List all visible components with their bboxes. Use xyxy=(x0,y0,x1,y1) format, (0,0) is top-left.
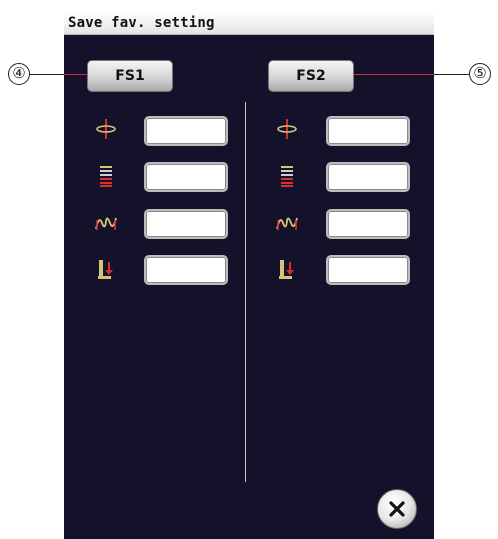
fs1-label: FS1 xyxy=(115,68,145,84)
fs1-presser-foot-field[interactable] xyxy=(144,255,228,285)
presser-foot-pressure-icon xyxy=(279,260,294,279)
window-title: Save fav. setting xyxy=(68,15,215,31)
stitch-width-icon xyxy=(95,217,117,230)
stitch-width-icon xyxy=(276,217,298,230)
callout-5: ⑤ xyxy=(469,63,491,85)
callout-4: ④ xyxy=(8,63,30,85)
fs1-button[interactable]: FS1 xyxy=(87,60,173,92)
fs2-presser-foot-field[interactable] xyxy=(326,255,410,285)
thread-tension-icon xyxy=(277,119,297,139)
fs2-button[interactable]: FS2 xyxy=(268,60,354,92)
callout-5-pointer xyxy=(354,74,434,75)
close-icon xyxy=(389,501,405,517)
fs2-thread-tension-field[interactable] xyxy=(326,116,410,146)
presser-foot-pressure-icon xyxy=(98,260,113,279)
thread-tension-icon xyxy=(96,119,116,139)
close-button[interactable] xyxy=(377,489,417,529)
column-divider xyxy=(245,102,246,482)
title-bar: Save fav. setting xyxy=(64,12,434,35)
fs1-stitch-width-field[interactable] xyxy=(144,209,228,239)
stitch-length-icon xyxy=(100,166,112,187)
callout-5-leader xyxy=(434,74,469,75)
callout-4-leader xyxy=(30,74,64,75)
fs2-label: FS2 xyxy=(296,68,326,84)
fs1-thread-tension-field[interactable] xyxy=(144,116,228,146)
stitch-length-icon xyxy=(281,166,293,187)
callout-4-pointer xyxy=(64,74,87,75)
fs1-stitch-length-field[interactable] xyxy=(144,162,228,192)
settings-screen: Save fav. setting FS1 FS2 xyxy=(64,12,434,539)
fs2-stitch-width-field[interactable] xyxy=(326,209,410,239)
fs2-stitch-length-field[interactable] xyxy=(326,162,410,192)
